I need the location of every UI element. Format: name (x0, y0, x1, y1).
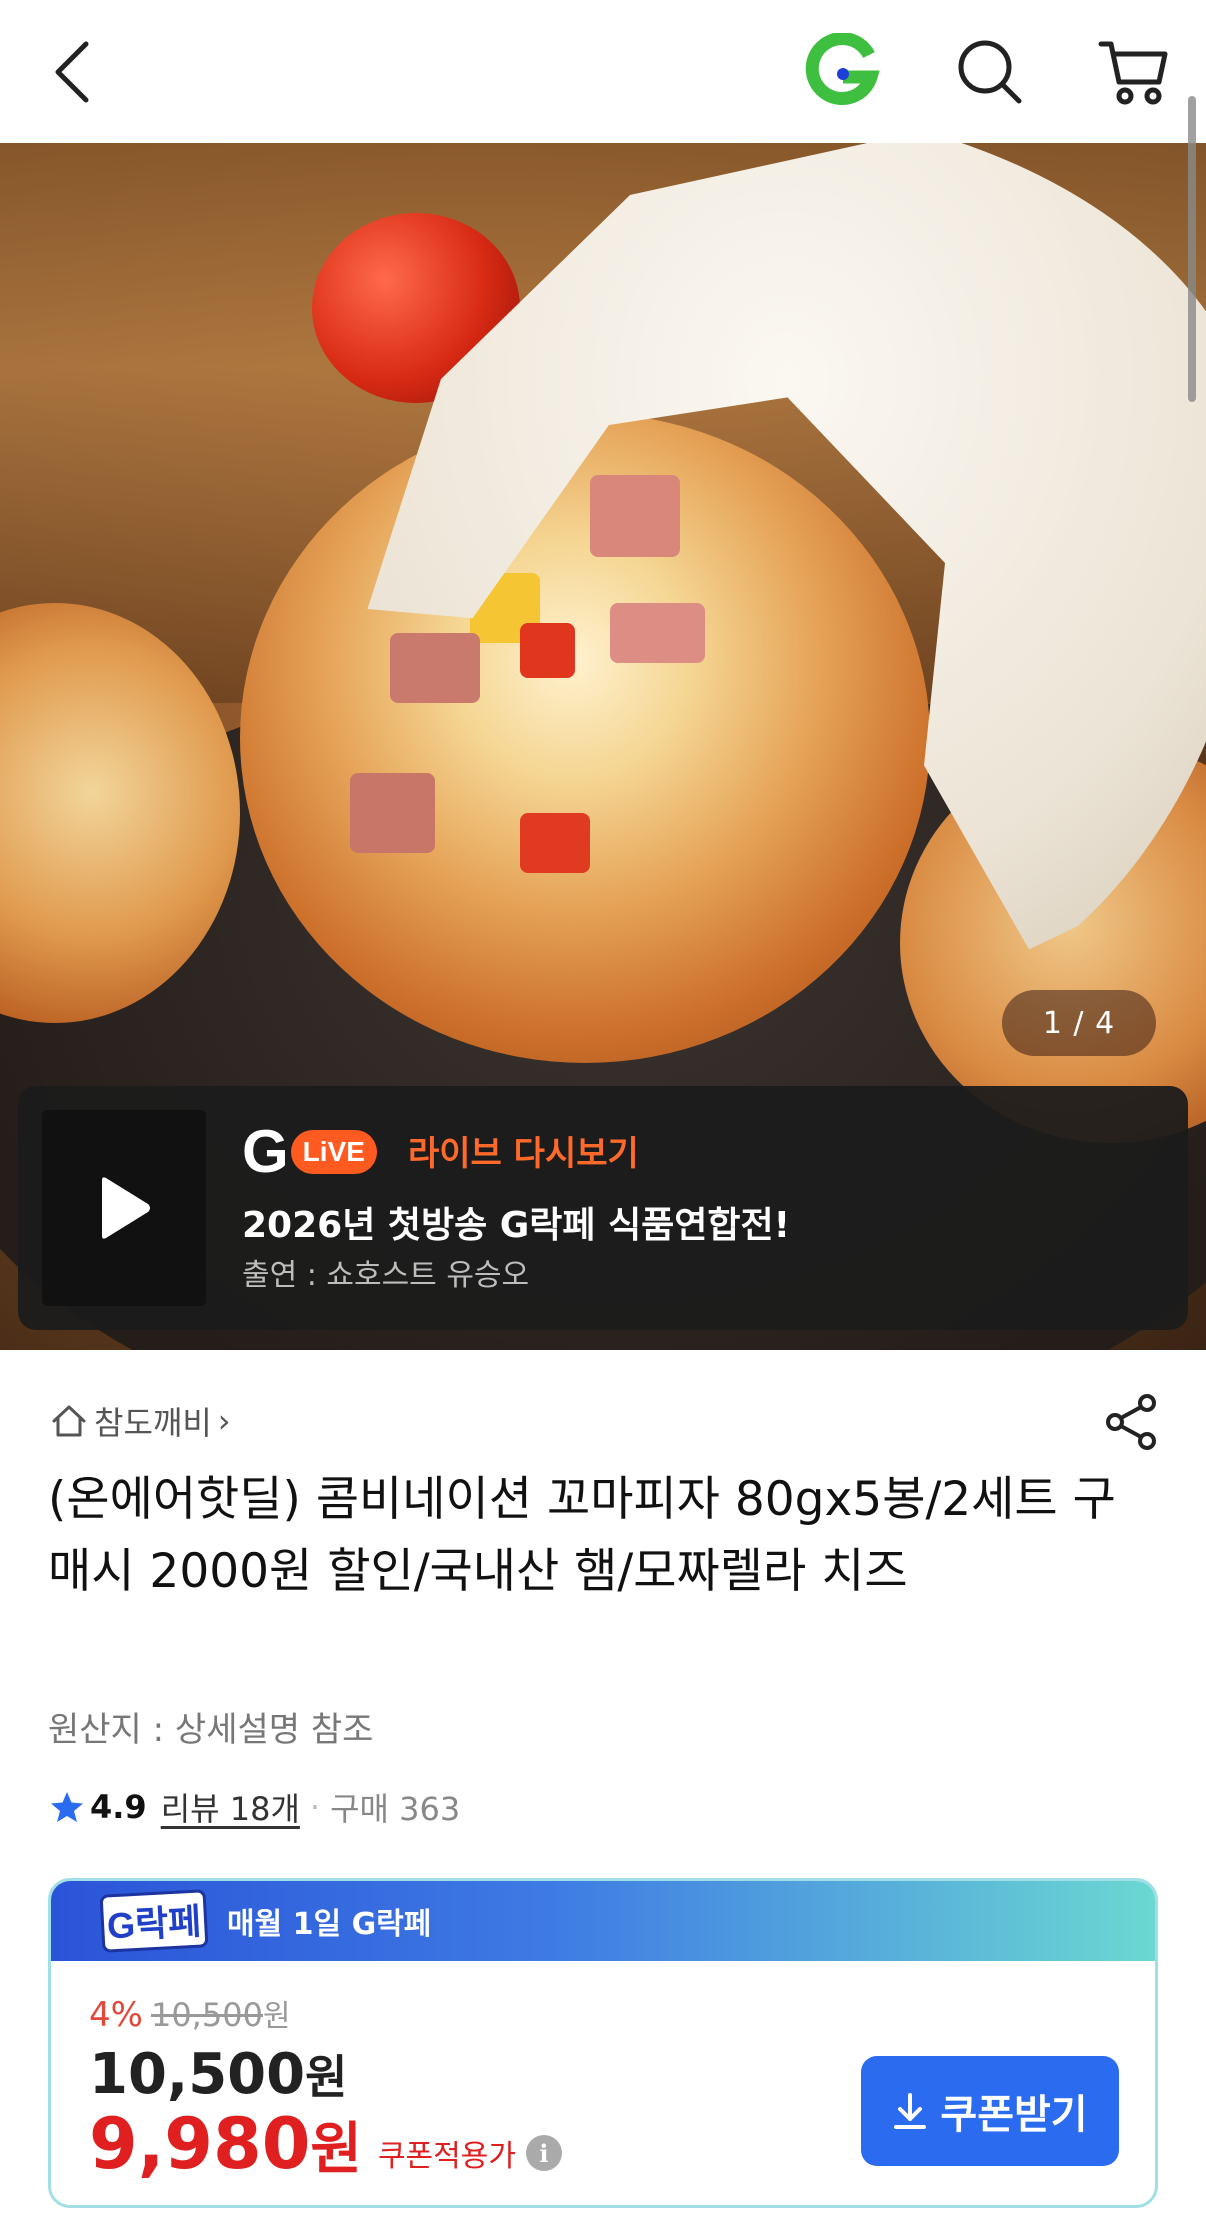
sale-price: 10,500원 (89, 2041, 347, 2107)
coupon-header-text: 매월 1일 G락페 (227, 1907, 432, 1942)
origin-info: 원산지 : 상세설명 참조 (48, 1710, 374, 1750)
discount-row: 4% 10,500 원 (89, 1991, 291, 2035)
store-name: 참도깨비 (94, 1404, 212, 1442)
chevron-left-icon (55, 41, 89, 103)
live-replay-label: 라이브 다시보기 (408, 1134, 639, 1174)
coupon-price-amount: 9,980 (89, 2103, 311, 2185)
store-link[interactable]: 참도깨비 › (50, 1398, 231, 1444)
live-video-thumbnail[interactable] (42, 1110, 206, 1306)
gmarket-home-logo[interactable] (800, 30, 884, 114)
g-live-logo: G LiVE (242, 1122, 377, 1182)
info-icon[interactable]: i (525, 2135, 562, 2171)
coupon-price-unit: 원 (310, 2116, 362, 2182)
top-nav-bar (0, 0, 1206, 143)
ham-topping (610, 603, 705, 663)
sale-price-unit: 원 (305, 2050, 348, 2104)
play-icon (102, 1177, 150, 1239)
home-icon (52, 1405, 86, 1437)
ham-topping (390, 633, 480, 703)
coupon-price: 9,980 원 쿠폰적용가 i (89, 2103, 562, 2185)
ham-topping (350, 773, 435, 853)
scrollbar[interactable] (1188, 96, 1196, 402)
ham-topping (590, 475, 680, 557)
discount-percent: 4% (89, 1995, 143, 2035)
live-pill: LiVE (290, 1130, 377, 1174)
coupon-header: G락페 매월 1일 G락페 (51, 1881, 1155, 1961)
live-host: 출연 : 쇼호스트 유승오 (242, 1258, 530, 1293)
share-button[interactable] (1100, 1390, 1164, 1454)
rating-value: 4.9 (90, 1788, 147, 1826)
download-icon (894, 2093, 927, 2129)
share-icon (1106, 1394, 1156, 1450)
sale-price-amount: 10,500 (89, 2042, 306, 2107)
rating-row: 4.9 리뷰 18개 · 구매 363 (50, 1784, 460, 1830)
image-counter: 1 / 4 (1002, 990, 1156, 1056)
pepper-topping (520, 813, 590, 873)
search-button[interactable] (948, 30, 1032, 114)
cart-icon (1098, 41, 1168, 105)
live-title: 2026년 첫방송 G락페 식품연합전! (242, 1205, 791, 1246)
coupon-price-label: 쿠폰적용가 (377, 2139, 516, 2174)
star-icon (51, 1792, 83, 1822)
g-logo-icon (805, 33, 880, 105)
get-coupon-button[interactable]: 쿠폰받기 (861, 2056, 1119, 2166)
get-coupon-label: 쿠폰받기 (940, 2092, 1088, 2138)
pepper-topping (520, 623, 575, 678)
search-icon (958, 40, 1022, 104)
main-pizza-image (240, 413, 930, 1063)
original-price: 10,500 (150, 1996, 263, 2034)
meta-separator: · (309, 1788, 321, 1826)
chevron-right-icon: › (217, 1402, 231, 1440)
original-price-unit: 원 (262, 1999, 291, 2034)
product-title: (온에어핫딜) 콤비네이션 꼬마피자 80gx5봉/2세트 구매시 2000원 … (48, 1472, 1116, 1599)
back-button[interactable] (30, 30, 114, 114)
review-count-link[interactable]: 리뷰 18개 (161, 1784, 300, 1830)
purchase-count: 구매 363 (330, 1790, 461, 1828)
g-rakpe-logo: G락페 (99, 1889, 209, 1953)
cart-button[interactable] (1092, 30, 1176, 114)
g-live-logo-g: G (242, 1118, 289, 1185)
live-replay-banner[interactable]: G LiVE 라이브 다시보기 2026년 첫방송 G락페 식품연합전! 출연 … (18, 1086, 1188, 1330)
coupon-price-box: G락페 매월 1일 G락페 4% 10,500 원 10,500원 9,980 … (48, 1878, 1158, 2208)
